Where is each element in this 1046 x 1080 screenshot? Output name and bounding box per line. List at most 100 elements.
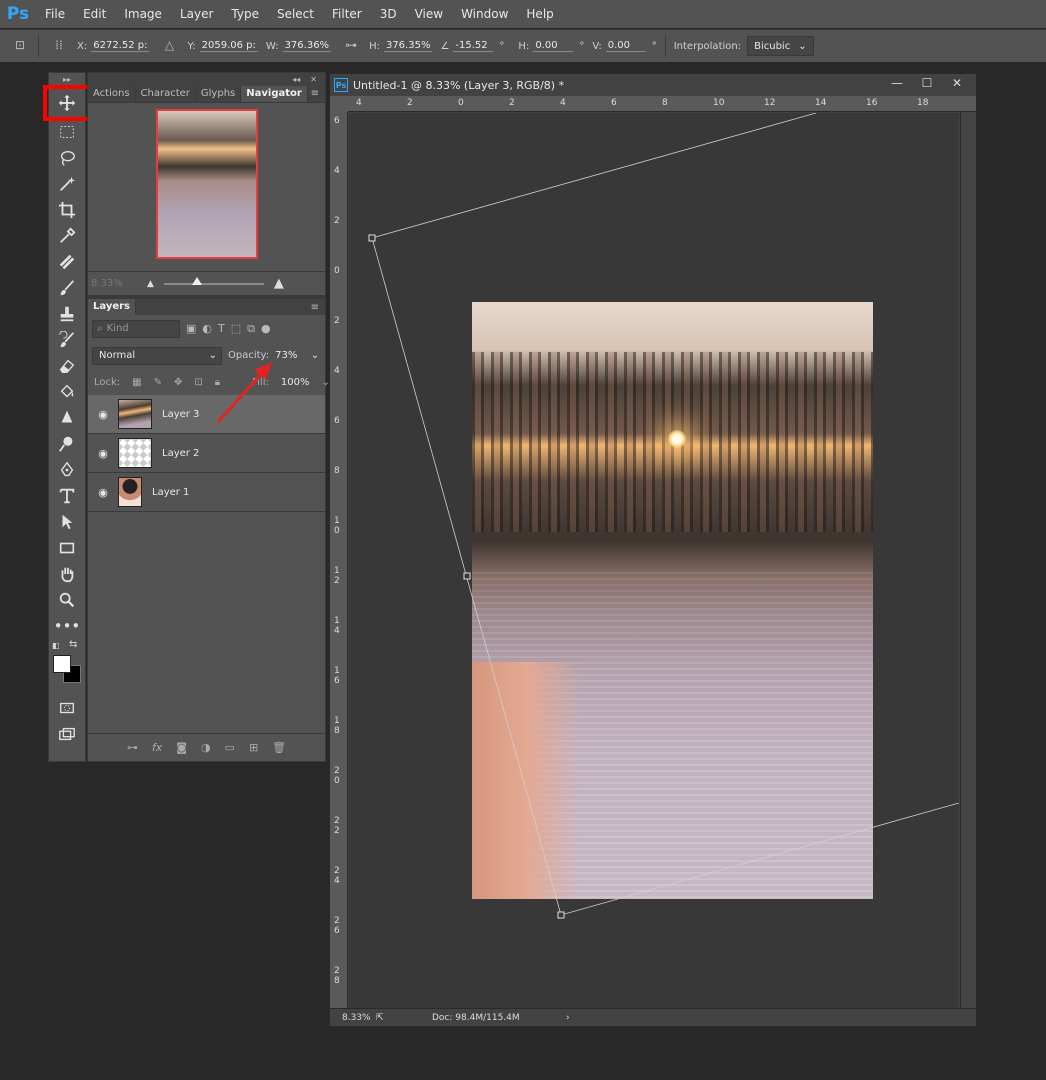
foreground-color-swatch[interactable]: [53, 655, 71, 673]
vertical-scrollbar[interactable]: [960, 112, 976, 1012]
lock-artboard-icon[interactable]: ⊡: [194, 377, 202, 388]
reference-point-icon[interactable]: ⁞⁞: [49, 38, 69, 54]
layer-row-layer-2[interactable]: ◉ Layer 2: [88, 434, 325, 473]
ruler-corner[interactable]: [330, 96, 348, 112]
zoom-slider-knob[interactable]: [191, 276, 202, 285]
hskew-field[interactable]: H: 0.00 °: [518, 40, 584, 52]
layer-name[interactable]: Layer 2: [162, 448, 199, 459]
width-field[interactable]: W: 376.36%: [266, 40, 332, 52]
navigator-zoom-value[interactable]: 8.33%: [91, 278, 141, 289]
collapse-panels-icon[interactable]: ◂◂: [292, 75, 300, 84]
close-panels-icon[interactable]: ✕: [310, 75, 317, 84]
crop-tool[interactable]: [49, 197, 85, 223]
share-icon[interactable]: ⇱: [376, 1013, 432, 1023]
opacity-field[interactable]: 73% ⌄: [275, 350, 319, 361]
ruler-vertical[interactable]: 6 4 2 0 2 4 6 8 10 12 14 16 18 20 22 24 26 28: [330, 112, 348, 1012]
dodge-tool[interactable]: [49, 431, 85, 457]
y-value[interactable]: 2059.06 p:: [199, 40, 258, 52]
panel-menu-icon[interactable]: ≡: [311, 88, 319, 99]
visibility-eye-icon[interactable]: ◉: [88, 486, 118, 499]
menu-type[interactable]: Type: [222, 0, 268, 28]
link-layers-icon[interactable]: ⊶: [127, 741, 138, 754]
fx-icon[interactable]: fx: [152, 741, 162, 754]
menu-help[interactable]: Help: [517, 0, 562, 28]
hand-tool[interactable]: [49, 561, 85, 587]
collapse-icon[interactable]: ▸▸: [49, 73, 85, 87]
menu-layer[interactable]: Layer: [171, 0, 222, 28]
default-colors-icon[interactable]: ◧: [52, 641, 60, 650]
marquee-tool[interactable]: [49, 119, 85, 145]
blur-tool[interactable]: [49, 405, 85, 431]
layer-kind-filter[interactable]: ⌕ Kind: [92, 319, 180, 338]
interpolation-select[interactable]: Bicubic ⌄: [747, 36, 814, 56]
magic-wand-tool[interactable]: [49, 171, 85, 197]
filter-type-icon[interactable]: T: [218, 322, 225, 335]
zoom-tool[interactable]: [49, 587, 85, 613]
filter-toggle-icon[interactable]: ●: [261, 322, 271, 335]
filter-adjustment-icon[interactable]: ◐: [202, 322, 212, 335]
tab-actions[interactable]: Actions: [88, 86, 136, 102]
angle-field[interactable]: ∠ -15.52 °: [440, 40, 504, 52]
filter-pixel-icon[interactable]: ▣: [186, 322, 196, 335]
trash-icon[interactable]: 🗑︎: [272, 741, 286, 754]
status-zoom[interactable]: 8.33%: [330, 1013, 376, 1023]
filter-shape-icon[interactable]: ⬚: [231, 322, 241, 335]
screen-mode-button[interactable]: [49, 721, 85, 747]
tab-glyphs[interactable]: Glyphs: [196, 86, 242, 102]
vskew-value[interactable]: 0.00: [605, 40, 646, 52]
filter-smart-object-icon[interactable]: ⧉: [247, 322, 255, 336]
y-position-field[interactable]: Y: 2059.06 p:: [187, 40, 258, 52]
layer-name[interactable]: Layer 3: [162, 409, 199, 420]
zoom-in-icon[interactable]: ▲: [274, 276, 284, 291]
transform-handle-bottom-left[interactable]: [557, 911, 565, 919]
color-swatches[interactable]: ◧ ⇆: [49, 639, 85, 695]
clone-stamp-tool[interactable]: [49, 301, 85, 327]
eraser-tool[interactable]: [49, 353, 85, 379]
height-field[interactable]: H: 376.35%: [369, 40, 433, 52]
eyedropper-tool[interactable]: [49, 223, 85, 249]
lock-all-icon[interactable]: 🔒︎: [215, 377, 220, 388]
transform-preset-icon[interactable]: ⊡: [10, 38, 30, 54]
layer-row-layer-1[interactable]: ◉ Layer 1: [88, 473, 325, 512]
lasso-tool[interactable]: [49, 145, 85, 171]
canvas-area[interactable]: [349, 113, 959, 1010]
visibility-eye-icon[interactable]: ◉: [88, 408, 118, 421]
menu-filter[interactable]: Filter: [323, 0, 371, 28]
x-value[interactable]: 6272.52 p:: [91, 40, 150, 52]
tab-character[interactable]: Character: [136, 86, 196, 102]
hskew-value[interactable]: 0.00: [533, 40, 574, 52]
document-titlebar[interactable]: Ps Untitled-1 @ 8.33% (Layer 3, RGB/8) *…: [330, 74, 976, 96]
vskew-field[interactable]: V: 0.00 °: [592, 40, 657, 52]
opacity-value[interactable]: 73%: [275, 350, 297, 361]
minimize-icon[interactable]: —: [882, 74, 912, 92]
close-icon[interactable]: ✕: [942, 74, 972, 92]
new-group-icon[interactable]: ▭: [225, 741, 235, 754]
ruler-horizontal[interactable]: 4 2 0 2 4 6 8 10 12 14 16 18: [348, 96, 976, 112]
angle-value[interactable]: -15.52: [453, 40, 494, 52]
menu-3d[interactable]: 3D: [371, 0, 406, 28]
type-tool[interactable]: [49, 483, 85, 509]
path-selection-tool[interactable]: [49, 509, 85, 535]
brush-tool[interactable]: [49, 275, 85, 301]
w-value[interactable]: 376.36%: [282, 40, 332, 52]
transform-handle-left[interactable]: [463, 572, 471, 580]
more-tools-button[interactable]: •••: [49, 613, 85, 639]
rectangle-tool[interactable]: [49, 535, 85, 561]
menu-window[interactable]: Window: [452, 0, 517, 28]
blend-mode-select[interactable]: Normal ⌄: [92, 346, 222, 365]
move-tool[interactable]: [43, 85, 91, 121]
h-value[interactable]: 376.35%: [383, 40, 433, 52]
healing-brush-tool[interactable]: [49, 249, 85, 275]
menu-file[interactable]: File: [36, 0, 74, 28]
menu-edit[interactable]: Edit: [74, 0, 115, 28]
add-mask-icon[interactable]: ◙: [176, 741, 187, 754]
layer-row-layer-3[interactable]: ◉ Layer 3: [88, 395, 325, 434]
swap-colors-icon[interactable]: ⇆: [69, 639, 77, 650]
paint-bucket-tool[interactable]: [49, 379, 85, 405]
quick-mask-button[interactable]: [49, 695, 85, 721]
fill-value[interactable]: 100%: [281, 377, 310, 388]
menu-select[interactable]: Select: [268, 0, 323, 28]
x-position-field[interactable]: X: 6272.52 p:: [77, 40, 150, 52]
tab-navigator[interactable]: Navigator: [241, 86, 308, 102]
lock-transparent-icon[interactable]: ▦: [132, 377, 141, 388]
